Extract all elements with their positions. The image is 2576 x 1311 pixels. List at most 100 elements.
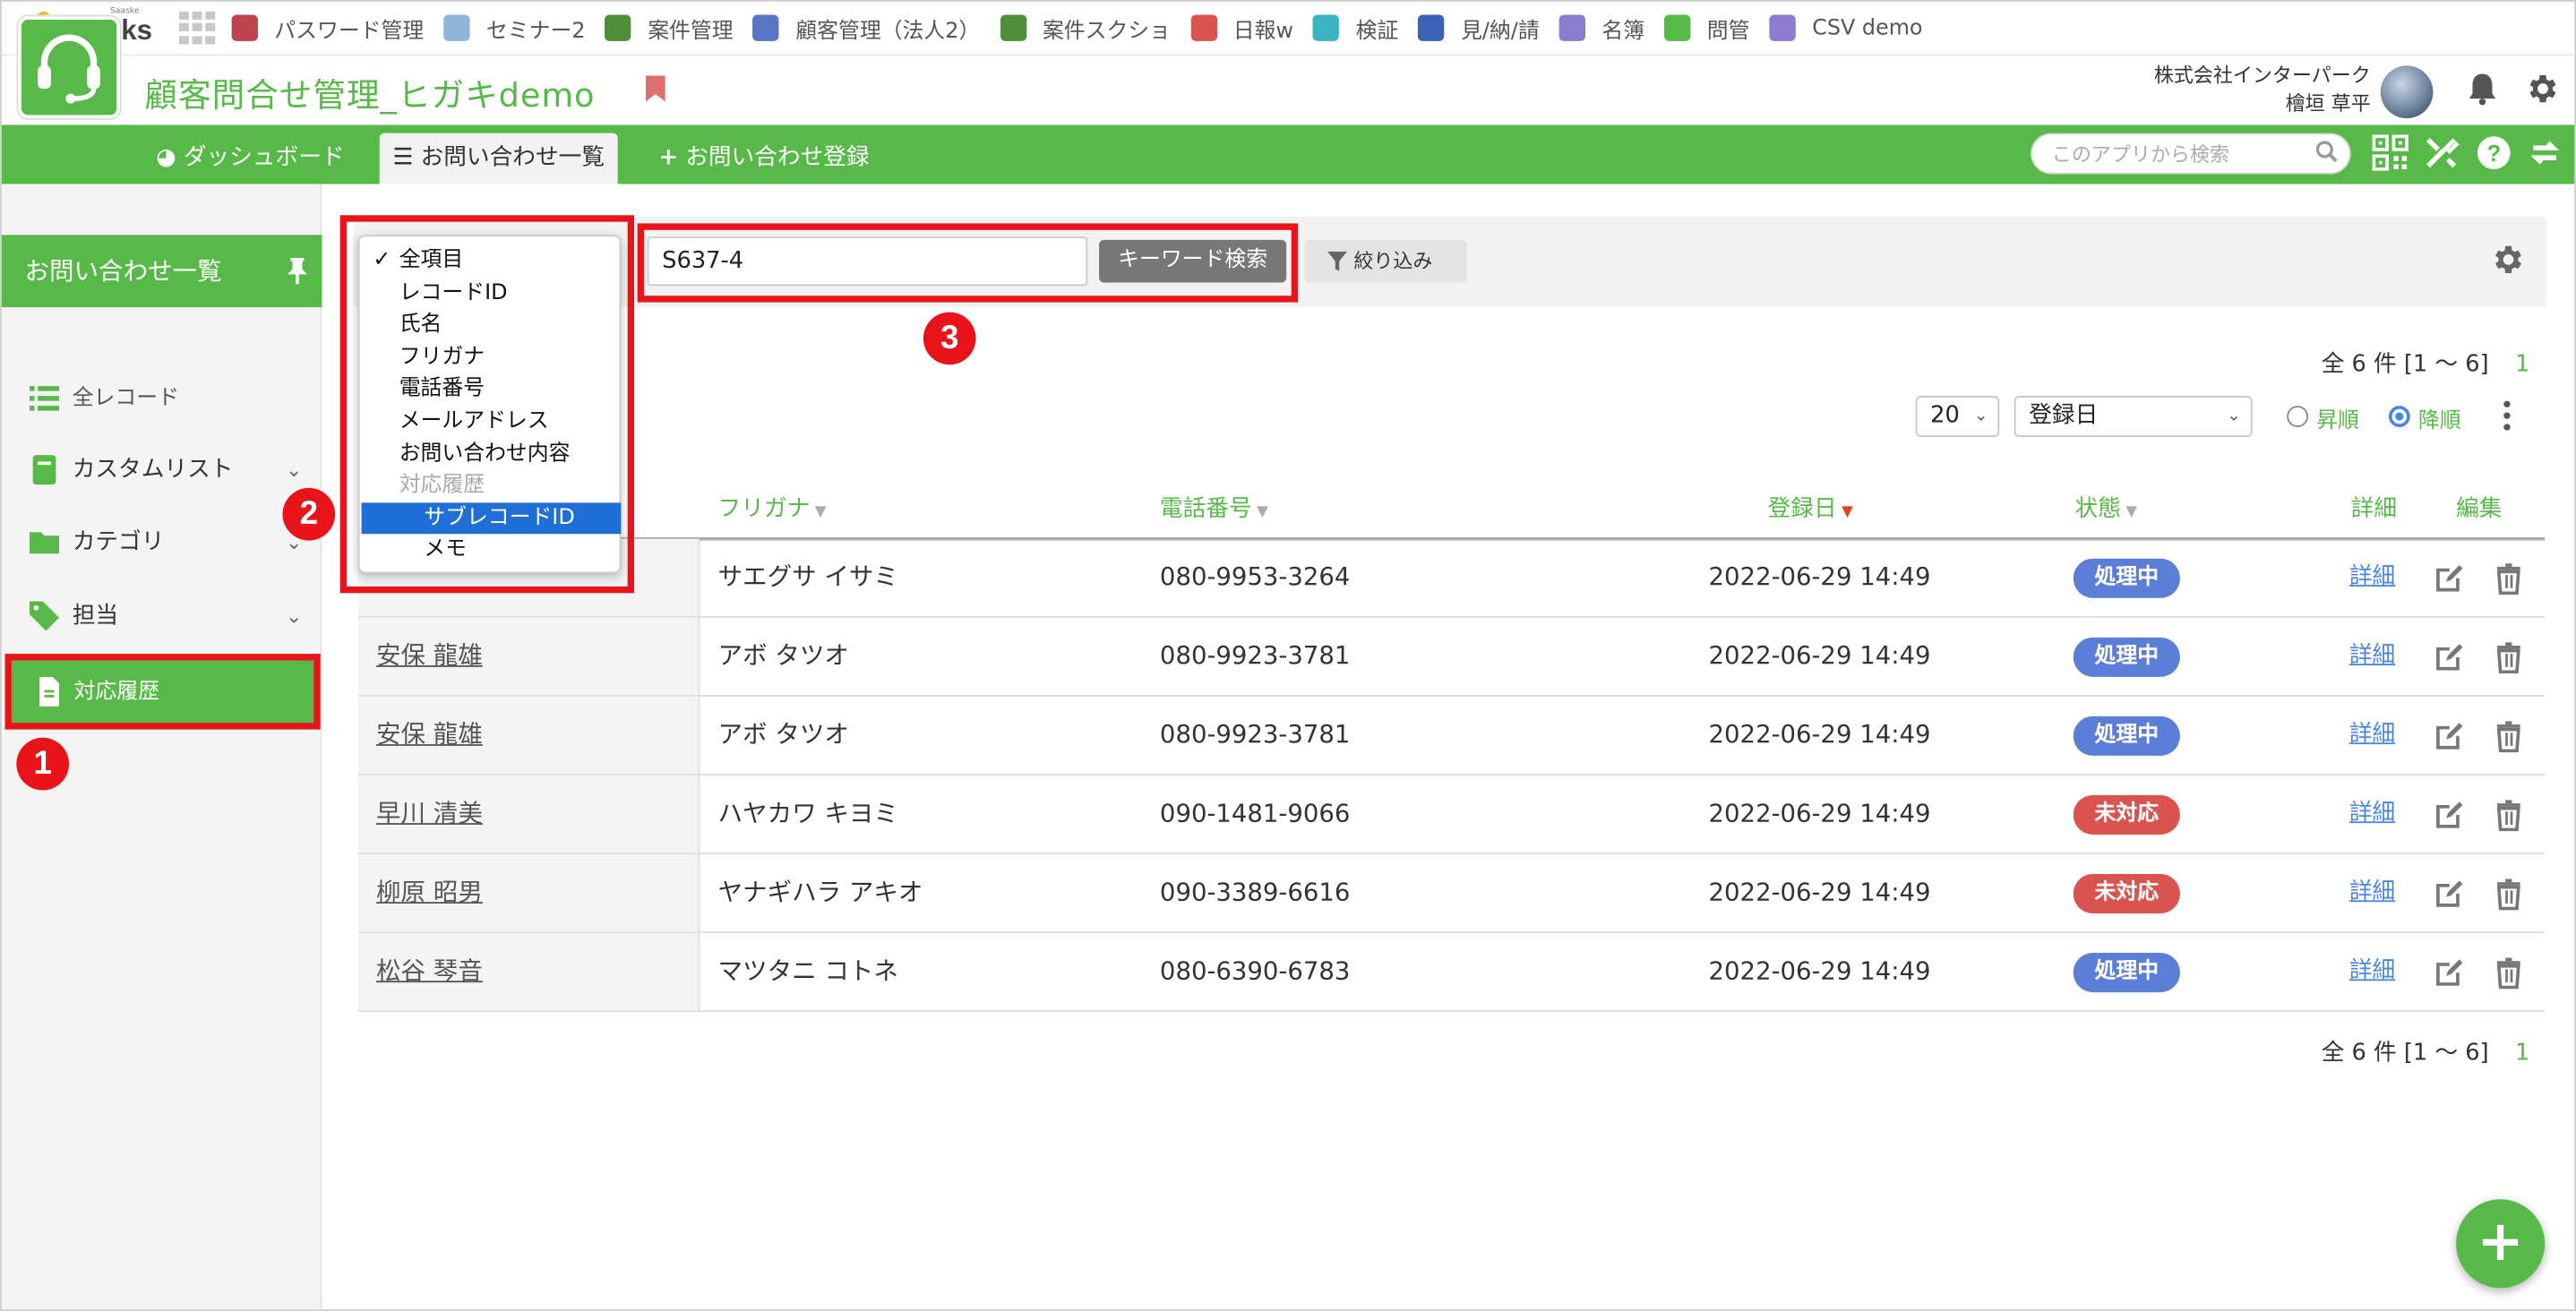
- sort-asc-radio[interactable]: [2287, 406, 2309, 427]
- book-icon: [32, 455, 56, 485]
- customer-name-link[interactable]: 安保 龍雄: [376, 618, 483, 695]
- column-header-detail: 詳細: [2350, 496, 2398, 523]
- page-link[interactable]: 1: [2515, 1040, 2529, 1066]
- tab-dashboard[interactable]: ◕ ダッシュボード: [143, 133, 358, 184]
- sidebar-item-custom-list[interactable]: カスタムリスト ⌄: [2, 437, 322, 502]
- sort-desc-radio[interactable]: [2388, 406, 2410, 427]
- trash-icon[interactable]: [2492, 640, 2525, 674]
- sidebar-item-history[interactable]: 対応履歴: [4, 654, 321, 730]
- column-header-registered[interactable]: 登録日 ▼: [1768, 492, 1853, 525]
- app-link[interactable]: 案件管理: [605, 13, 734, 44]
- tab-inquiry-register[interactable]: + お問い合わせ登録: [646, 133, 882, 184]
- detail-link[interactable]: 詳細: [2349, 854, 2395, 931]
- app-link[interactable]: 案件スクショ: [1000, 13, 1171, 44]
- help-icon[interactable]: ?: [2474, 134, 2513, 174]
- keyword-search-button[interactable]: キーワード検索: [1099, 239, 1287, 283]
- trash-icon[interactable]: [2492, 956, 2525, 990]
- check-app-icon: [605, 14, 631, 41]
- user-name: 檜垣 草平: [2285, 91, 2371, 116]
- sort-caret-icon: ▼: [814, 504, 827, 521]
- app-link[interactable]: 顧客管理（法人2）: [752, 13, 980, 44]
- customer-name-link[interactable]: 安保 龍雄: [376, 697, 483, 774]
- sidebar-item-category[interactable]: カテゴリ ⌄: [2, 510, 322, 575]
- page-title: 顧客問合せ管理_ヒガキdemo: [144, 75, 596, 116]
- sidebar-item-label: カテゴリ: [72, 528, 165, 556]
- customer-name-link[interactable]: 松谷 琴音: [376, 933, 483, 1010]
- sidebar-item-label: カスタムリスト: [72, 457, 234, 484]
- app-link[interactable]: CSV demo: [1769, 14, 1923, 41]
- app-link[interactable]: セミナー2: [443, 13, 586, 44]
- chevron-down-icon[interactable]: ⌄: [286, 583, 302, 648]
- sidebar-item-all-records[interactable]: 全レコード: [2, 364, 322, 430]
- customer-name-link[interactable]: 柳原 昭男: [376, 854, 483, 931]
- registered-date-cell: 2022-06-29 14:49: [1708, 640, 1931, 671]
- search-icon[interactable]: [2314, 140, 2338, 163]
- detail-link[interactable]: 詳細: [2349, 618, 2395, 695]
- app-link[interactable]: 検証: [1312, 13, 1398, 44]
- qr-code-icon[interactable]: [2371, 134, 2410, 174]
- trash-icon[interactable]: [2492, 799, 2525, 832]
- page-link[interactable]: 1: [2515, 352, 2529, 378]
- table-row: 柳原 昭男 ヤナギハラ アキオ 090-3389-6616 2022-06-29 14…: [357, 853, 2546, 934]
- sort-field-select[interactable]: 登録日 ⌄: [2014, 396, 2253, 437]
- user-info[interactable]: 株式会社インターパーク 檜垣 草平: [2154, 63, 2371, 118]
- sort-asc-label[interactable]: 昇順: [2316, 402, 2359, 434]
- status-badge: 処理中: [2073, 953, 2180, 993]
- detail-link[interactable]: 詳細: [2349, 697, 2395, 774]
- list-icon: ☰: [392, 144, 414, 171]
- app-link[interactable]: 日報w: [1190, 13, 1293, 44]
- customer-name-link[interactable]: 早川 清美: [376, 775, 483, 853]
- folder-icon: [30, 532, 60, 554]
- trash-icon[interactable]: [2492, 878, 2525, 911]
- add-record-button[interactable]: +: [2456, 1199, 2546, 1289]
- edit-icon[interactable]: [2432, 720, 2465, 753]
- bell-icon[interactable]: [2464, 71, 2500, 107]
- app-link-label: 名簿: [1601, 19, 1645, 44]
- filter-button[interactable]: 絞り込み: [1304, 239, 1467, 283]
- column-header-phone[interactable]: 電話番号 ▼: [1160, 492, 1268, 525]
- list-settings-icon[interactable]: [2487, 242, 2527, 281]
- sort-desc-label[interactable]: 降順: [2418, 402, 2461, 434]
- furigana-cell: ヤナギハラ アキオ: [717, 877, 923, 907]
- app-link[interactable]: 見/納/請: [1418, 13, 1540, 44]
- app-headset-icon[interactable]: [18, 16, 120, 119]
- tab-inquiry-list[interactable]: ☰ お問い合わせ一覧: [379, 133, 618, 184]
- gear-icon[interactable]: [2523, 71, 2559, 107]
- edit-icon[interactable]: [2432, 956, 2465, 990]
- chevron-down-icon: ⌄: [2227, 407, 2241, 426]
- sync-icon[interactable]: [2525, 134, 2564, 174]
- headset-app-icon: [1664, 14, 1691, 41]
- edit-icon[interactable]: [2432, 640, 2465, 673]
- detail-link[interactable]: 詳細: [2349, 933, 2395, 1010]
- app-link[interactable]: 問管: [1664, 13, 1750, 44]
- detail-link[interactable]: 詳細: [2349, 539, 2395, 616]
- trash-icon[interactable]: [2492, 720, 2525, 753]
- column-header-furigana[interactable]: フリガナ ▼: [718, 492, 827, 525]
- avatar[interactable]: [2380, 65, 2434, 119]
- sidebar-heading[interactable]: お問い合わせ一覧: [1, 235, 322, 308]
- furigana-cell: マツタニ コトネ: [717, 955, 898, 986]
- dashboard-icon: ◕: [156, 144, 176, 171]
- sidebar-item-assignee[interactable]: 担当 ⌄: [2, 583, 322, 648]
- app-search-input[interactable]: [2031, 133, 2351, 175]
- registered-date-cell: 2022-06-29 14:49: [1708, 877, 1931, 907]
- app-link[interactable]: 名簿: [1558, 13, 1645, 44]
- more-options-icon[interactable]: [2503, 400, 2513, 431]
- app-link[interactable]: パスワード管理: [231, 13, 424, 44]
- bookmark-icon[interactable]: [645, 75, 665, 102]
- tools-icon[interactable]: [2422, 134, 2461, 174]
- annotation-box-2: [339, 215, 634, 594]
- app-grid-icon[interactable]: [178, 11, 216, 45]
- edit-icon[interactable]: [2432, 799, 2465, 832]
- annotation-marker-2: 2: [282, 487, 336, 541]
- edit-icon[interactable]: [2432, 561, 2465, 595]
- keyword-search-input[interactable]: S637-4: [647, 236, 1088, 287]
- column-header-status[interactable]: 状態 ▼: [2075, 492, 2138, 525]
- trash-icon[interactable]: [2492, 561, 2525, 596]
- edit-icon[interactable]: [2432, 878, 2465, 911]
- per-page-select[interactable]: 20 ⌄: [1915, 396, 2000, 437]
- detail-link[interactable]: 詳細: [2349, 775, 2395, 853]
- pin-icon[interactable]: [287, 235, 307, 313]
- app-link-label: 見/納/請: [1461, 19, 1540, 44]
- column-header-label: 登録日: [1767, 496, 1837, 523]
